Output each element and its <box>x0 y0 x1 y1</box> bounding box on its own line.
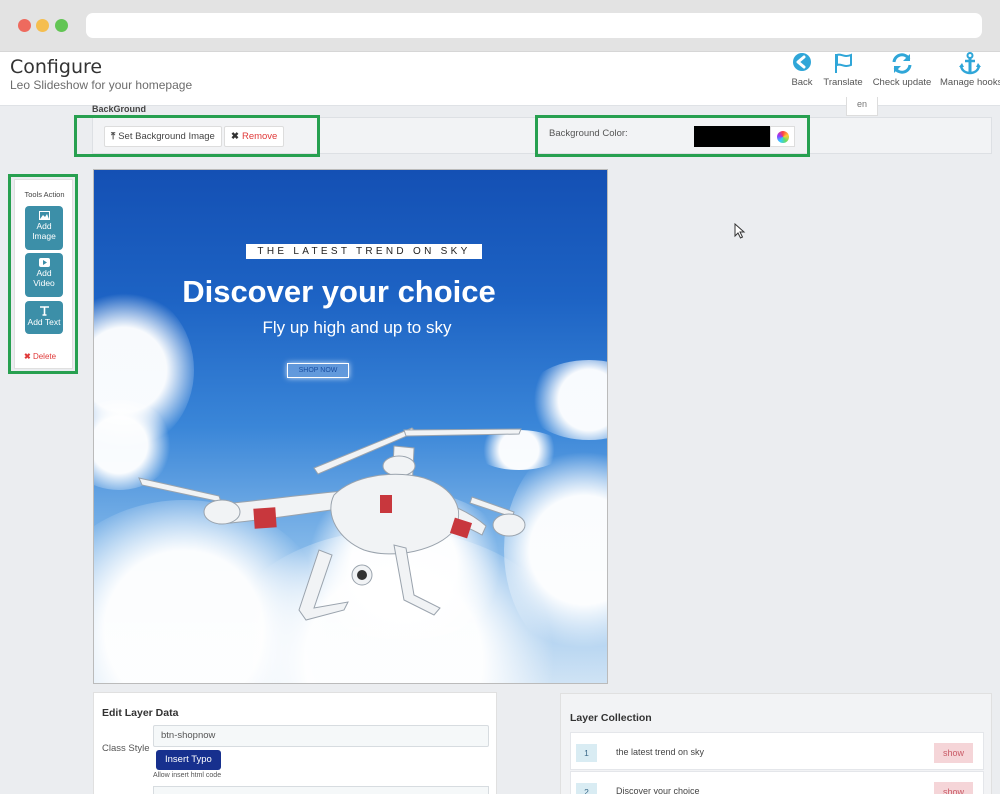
flag-icon <box>835 53 852 73</box>
layer-number: 1 <box>576 744 597 762</box>
layer-collection-panel: Layer Collection 1 the latest trend on s… <box>560 693 992 794</box>
layer-content-input[interactable] <box>153 786 489 794</box>
delete-icon: ✖ <box>24 352 31 361</box>
add-video-button[interactable]: Add Video <box>25 253 63 297</box>
slide-tagline[interactable]: THE LATEST TREND ON SKY <box>246 244 482 259</box>
zoom-window-button[interactable] <box>55 19 68 32</box>
layer-name: the latest trend on sky <box>616 747 705 757</box>
delete-layer-button[interactable]: ✖ Delete <box>24 352 56 361</box>
back-button[interactable]: Back <box>789 52 815 88</box>
class-style-label: Class Style <box>102 743 150 754</box>
manage-hooks-button[interactable]: Manage hooks <box>940 52 1000 88</box>
slide-headline[interactable]: Discover your choice <box>94 274 584 310</box>
insert-typo-button[interactable]: Insert Typo <box>156 750 221 770</box>
slide-shop-now-button[interactable]: SHOP NOW <box>287 363 349 378</box>
add-text-label: Add Text <box>27 317 61 327</box>
browser-chrome <box>0 0 1000 52</box>
tools-title: Tools Action <box>24 190 65 199</box>
page-subtitle: Leo Slideshow for your homepage <box>10 78 193 92</box>
layer-row[interactable]: 2 Discover your choice show <box>570 771 984 794</box>
edit-layer-title: Edit Layer Data <box>102 707 179 719</box>
video-icon <box>38 258 50 267</box>
show-layer-button[interactable]: show <box>934 743 973 763</box>
back-label: Back <box>791 77 813 88</box>
manage-hooks-label: Manage hooks <box>940 77 1000 88</box>
mouse-cursor-icon <box>734 223 746 239</box>
image-icon <box>38 211 50 220</box>
translate-label: Translate <box>823 77 863 88</box>
slide-subline[interactable]: Fly up high and up to sky <box>94 318 607 338</box>
layer-name: Discover your choice <box>616 786 700 794</box>
class-style-input[interactable]: btn-shopnow <box>153 725 489 747</box>
html-hint: Allow insert html code <box>153 772 222 779</box>
layer-collection-title: Layer Collection <box>570 712 652 724</box>
show-layer-button[interactable]: show <box>934 782 973 794</box>
text-icon <box>39 306 49 316</box>
close-window-button[interactable] <box>18 19 31 32</box>
back-arrow-icon <box>793 53 811 71</box>
minimize-window-button[interactable] <box>36 19 49 32</box>
highlight-background-image <box>74 115 320 157</box>
address-bar[interactable] <box>86 13 982 38</box>
edit-layer-panel: Edit Layer Data Class Style btn-shopnow … <box>93 692 497 794</box>
add-video-label: Add Video <box>33 268 55 288</box>
check-update-label: Check update <box>872 77 932 88</box>
background-section-label: BackGround <box>92 104 147 114</box>
translate-button[interactable]: Translate <box>820 52 866 88</box>
highlight-background-color <box>535 115 810 157</box>
add-image-button[interactable]: Add Image <box>25 206 63 250</box>
refresh-icon <box>892 53 912 74</box>
language-select[interactable]: en <box>846 97 878 116</box>
slide-canvas[interactable]: THE LATEST TREND ON SKY Discover your ch… <box>93 169 608 684</box>
delete-label: Delete <box>32 352 57 361</box>
page-title: Configure <box>10 56 103 78</box>
check-update-button[interactable]: Check update <box>871 52 933 88</box>
tools-panel: Tools Action Add Image Add Video Add Tex… <box>14 179 73 369</box>
add-text-button[interactable]: Add Text <box>25 301 63 334</box>
add-image-label: Add Image <box>32 221 56 241</box>
anchor-icon <box>959 52 981 75</box>
layer-row[interactable]: 1 the latest trend on sky show <box>570 732 984 770</box>
layer-number: 2 <box>576 783 597 794</box>
